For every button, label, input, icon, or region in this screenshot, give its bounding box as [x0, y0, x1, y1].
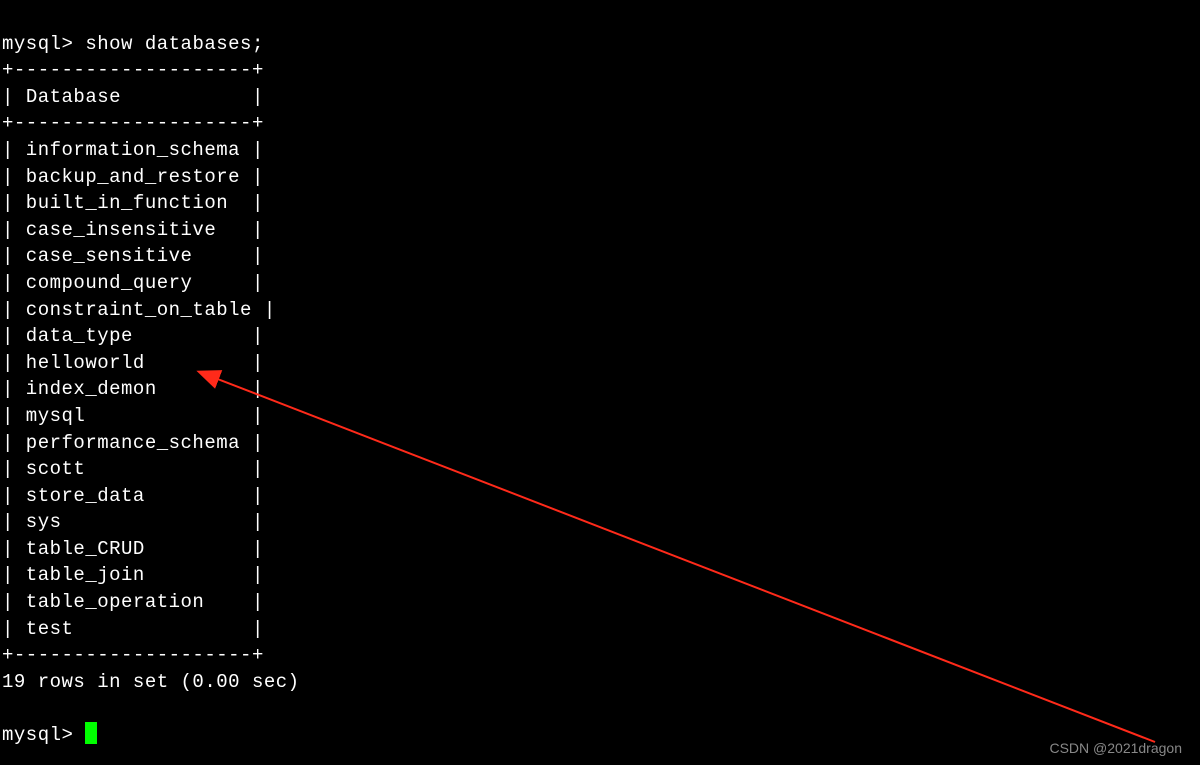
table-header-row: | Database |	[2, 86, 264, 108]
column-header: Database	[26, 86, 240, 108]
result-summary: 19 rows in set (0.00 sec)	[2, 671, 300, 693]
terminal-output: mysql> show databases; +----------------…	[2, 4, 1198, 749]
sql-command: show databases;	[85, 33, 264, 55]
cursor-block	[85, 722, 97, 744]
table-border-bottom: +--------------------+	[2, 644, 264, 666]
watermark-text: CSDN @2021dragon	[1049, 739, 1182, 759]
mysql-prompt[interactable]: mysql>	[2, 724, 97, 746]
table-border-mid: +--------------------+	[2, 112, 264, 134]
mysql-prompt: mysql> show databases;	[2, 33, 264, 55]
table-rows: | information_schema | | backup_and_rest…	[2, 139, 276, 640]
table-border-top: +--------------------+	[2, 59, 264, 81]
